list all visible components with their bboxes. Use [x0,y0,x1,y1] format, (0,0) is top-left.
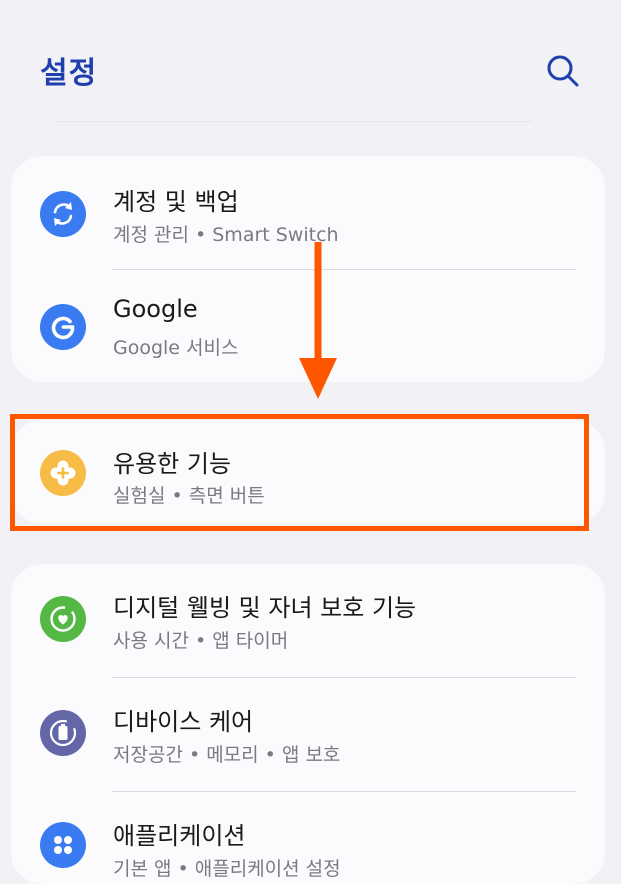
item-title: 디지털 웰빙 및 자녀 보호 기능 [113,594,417,622]
settings-item-advanced-features[interactable]: 유용한 기능 실험실 • 측면 버튼 [11,420,605,524]
sync-icon [40,191,86,237]
item-title: 계정 및 백업 [113,188,239,216]
settings-item-google[interactable]: Google Google 서비스 [11,270,605,382]
header-divider [56,121,532,122]
item-title: 유용한 기능 [113,450,232,478]
header: 설정 [0,0,621,122]
item-title: Google [113,295,198,323]
settings-item-accounts-backup[interactable]: 계정 및 백업 계정 관리 • Smart Switch [11,156,605,268]
item-subtitle: Google 서비스 [113,337,239,359]
google-icon [40,304,86,350]
item-title: 디바이스 케어 [113,708,254,736]
puzzle-plus-icon [40,450,86,496]
settings-group-accounts: 계정 및 백업 계정 관리 • Smart Switch Google Goog… [11,156,605,382]
settings-item-applications[interactable]: 애플리케이션 기본 앱 • 애플리케이션 설정 [11,792,605,884]
page-title: 설정 [40,56,98,91]
item-subtitle: 기본 앱 • 애플리케이션 설정 [113,858,341,880]
battery-care-icon [40,710,86,756]
item-title: 애플리케이션 [113,822,246,850]
settings-group-advanced: 유용한 기능 실험실 • 측면 버튼 [11,420,605,524]
item-subtitle: 저장공간 • 메모리 • 앱 보호 [113,744,341,766]
settings-group-device: 디지털 웰빙 및 자녀 보호 기능 사용 시간 • 앱 타이머 디바이스 케어 … [11,564,605,884]
apps-grid-icon [40,822,86,868]
item-subtitle: 실험실 • 측면 버튼 [113,485,265,507]
search-icon [547,55,579,87]
heart-circle-icon [40,596,86,642]
item-subtitle: 사용 시간 • 앱 타이머 [113,630,289,652]
settings-item-digital-wellbeing[interactable]: 디지털 웰빙 및 자녀 보호 기능 사용 시간 • 앱 타이머 [11,564,605,676]
search-button[interactable] [544,52,582,90]
item-subtitle: 계정 관리 • Smart Switch [113,224,339,246]
settings-item-device-care[interactable]: 디바이스 케어 저장공간 • 메모리 • 앱 보호 [11,678,605,790]
